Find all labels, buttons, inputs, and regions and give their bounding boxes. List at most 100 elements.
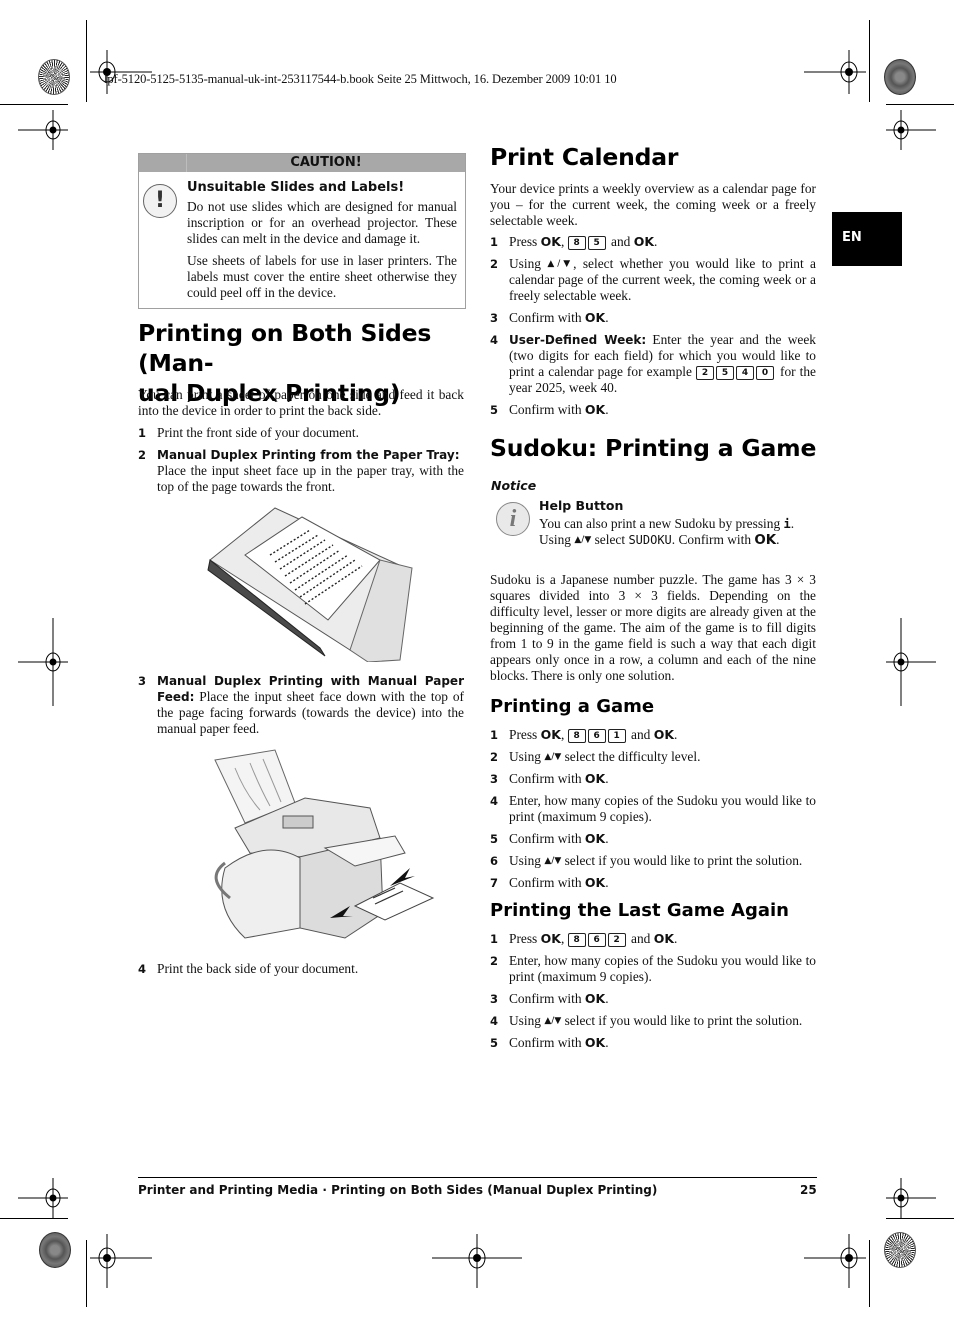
notice-title: Help Button <box>539 498 624 513</box>
ok-key-label: OK <box>540 234 561 249</box>
registration-mark-icon <box>804 50 866 94</box>
step-text: Confirm with <box>509 991 582 1006</box>
step-text: Confirm with <box>509 1035 582 1050</box>
step-item: 1 Print the front side of your document. <box>138 425 464 441</box>
keypad-key: 6 <box>587 729 606 743</box>
step-number: 6 <box>490 854 499 868</box>
color-rosette-icon <box>884 1232 916 1268</box>
last-game-steps: 1 Press OK, 862 and OK. 2 Enter, how many … <box>490 931 816 1057</box>
keypad-key: 8 <box>567 729 586 743</box>
step-number: 1 <box>490 728 499 742</box>
keypad-key: 4 <box>735 366 754 380</box>
ok-key-label: OK <box>633 234 655 249</box>
page-number: 25 <box>800 1183 817 1197</box>
notice-text-part: select <box>594 532 626 547</box>
step-item: 4 Using ▲/▼ select if you would like to p… <box>490 1013 816 1029</box>
registration-mark-icon <box>886 1178 936 1218</box>
ok-key-label: OK <box>584 875 606 890</box>
keypad-key: 2 <box>607 933 626 947</box>
step-number: 1 <box>138 426 147 440</box>
registration-mark-icon <box>886 618 936 706</box>
keypad-key: 1 <box>607 729 626 743</box>
footer-divider <box>138 1177 817 1178</box>
notice-body: Help Button You can also print a new Sud… <box>539 498 809 549</box>
step-text: Confirm with <box>509 875 582 890</box>
step-text: Place the input sheet face down with the… <box>157 689 464 736</box>
calendar-steps: 1 Press OK, 85 and OK. 2 Using ▲/▼, select… <box>490 234 816 424</box>
step-item: 1 Press OK, 85 and OK. <box>490 234 658 250</box>
registration-mark-icon <box>432 1234 522 1288</box>
keypad-key: 0 <box>755 366 774 380</box>
color-rosette-icon <box>39 1232 71 1268</box>
ok-key-label: OK <box>540 931 561 946</box>
ok-key-label: OK <box>584 991 606 1006</box>
caution-box: CAUTION! ! Unsuitable Slides and Labels!… <box>138 153 466 309</box>
ok-key-label: OK <box>653 727 675 742</box>
step-text: Using <box>509 853 541 868</box>
step-number: 1 <box>490 932 499 946</box>
menu-item-label: SUDOKU <box>628 533 672 547</box>
step-text: Press <box>509 727 538 742</box>
printing-game-steps: 1 Press OK, 861 and OK. 2 Using ▲/▼ select… <box>490 727 816 897</box>
step-text: Print the front side of your document. <box>157 425 359 440</box>
caution-subtitle: Unsuitable Slides and Labels! <box>187 180 405 195</box>
step-text: Print the back side of your document. <box>157 961 359 976</box>
step-number: 5 <box>490 832 499 846</box>
step-number: 7 <box>490 876 499 890</box>
step-number: 4 <box>138 962 147 976</box>
step-number: 5 <box>490 403 499 417</box>
step-item: 3 Manual Duplex Printing with Manual Pape… <box>138 673 464 737</box>
keypad-key: 8 <box>567 236 586 250</box>
up-down-arrow-icon: ▲/▼ <box>544 856 562 866</box>
step-number: 2 <box>490 954 499 968</box>
step-number: 2 <box>490 750 499 764</box>
ok-key-label: OK <box>584 831 606 846</box>
notice-text-part: You can also print a new Sudoku by press… <box>539 516 781 531</box>
sudoku-heading: Sudoku: Printing a Game <box>490 434 817 462</box>
step-text: Confirm with <box>509 402 582 417</box>
print-meta-line: lpf-5120-5125-5135-manual-uk-int-2531175… <box>104 72 617 86</box>
printing-game-heading: Printing a Game <box>490 696 655 717</box>
step-number: 3 <box>138 674 147 688</box>
step-text: select if you would like to print the so… <box>564 853 803 868</box>
step-item: 3 Confirm with OK. <box>490 310 609 325</box>
keypad-key: 5 <box>715 366 734 380</box>
step-item: 2 Enter, how many copies of the Sudoku yo… <box>490 953 816 985</box>
step-number: 4 <box>490 1014 499 1028</box>
duplex-steps-a: 1 Print the front side of your document. … <box>138 425 464 501</box>
step-item: 1 Press OK, 862 and OK. <box>490 931 678 947</box>
info-key-label: i <box>783 517 791 531</box>
ok-key-label: OK <box>754 533 777 548</box>
step-item: 2 Using ▲/▼ select the difficulty level. <box>490 749 816 765</box>
step-text: Place the input sheet face up in the pap… <box>157 463 464 494</box>
step-item: 4 Enter, how many copies of the Sudoku yo… <box>490 793 816 825</box>
notice-text-part: . Confirm with <box>671 532 752 547</box>
step-text: Confirm with <box>509 771 582 786</box>
color-rosette-icon <box>884 59 916 95</box>
ok-key-label: OK <box>584 1035 606 1050</box>
keypad-key: 5 <box>587 236 606 250</box>
caution-title: CAUTION! <box>290 155 362 170</box>
step-number: 3 <box>490 311 499 325</box>
step-text: and <box>631 931 651 946</box>
ok-key-label: OK <box>653 931 675 946</box>
step-number: 2 <box>490 257 499 271</box>
caution-paragraph: Do not use slides which are designed for… <box>187 199 457 246</box>
step-text: Confirm with <box>509 831 582 846</box>
step-number: 1 <box>490 235 499 249</box>
step-text: Enter, how many copies of the Sudoku you… <box>509 953 816 984</box>
step-item: 3 Confirm with OK. <box>490 771 609 786</box>
step-text: Press <box>509 234 538 249</box>
last-game-heading: Printing the Last Game Again <box>490 900 789 921</box>
step-text: Using <box>509 256 541 271</box>
step-number: 4 <box>490 333 499 347</box>
duplex-steps-b: 3 Manual Duplex Printing with Manual Pape… <box>138 673 464 743</box>
duplex-heading-line: Printing on Both Sides (Man- <box>138 319 432 377</box>
color-rosette-icon <box>38 59 70 95</box>
step-item: 3 Confirm with OK. <box>490 991 609 1006</box>
step-text: and <box>631 727 651 742</box>
ok-key-label: OK <box>584 402 606 417</box>
step-item: 2 Manual Duplex Printing from the Paper T… <box>138 447 464 495</box>
caution-paragraph: Use sheets of labels for use in laser pr… <box>187 253 457 300</box>
registration-mark-icon <box>18 110 68 150</box>
